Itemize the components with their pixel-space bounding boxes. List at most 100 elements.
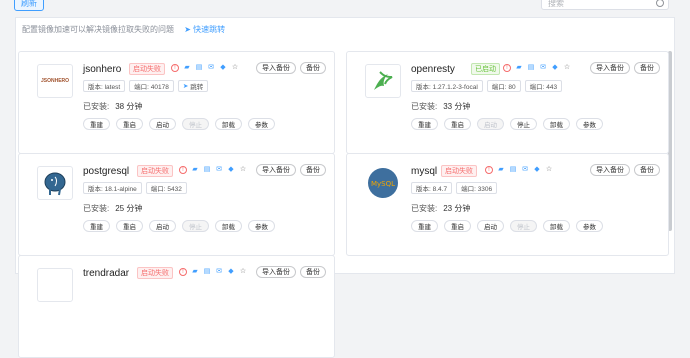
refresh-button[interactable]: 刷新 (14, 0, 44, 11)
restart-button[interactable]: 重启 (444, 118, 471, 130)
quick-jump-link[interactable]: ➤ 快速跳转 (184, 25, 225, 34)
app-buttons: 重建 重启 启动 停止 卸载 参数 (83, 118, 275, 130)
docker-icon[interactable]: ◆ (227, 268, 235, 276)
import-backup-button[interactable]: 导入备份 (590, 62, 630, 74)
installed-value: 23 分钟 (443, 204, 471, 213)
backup-button[interactable]: 备份 (300, 266, 326, 278)
folder-icon[interactable]: ▰ (497, 166, 505, 174)
log-icon[interactable]: ✉ (215, 268, 223, 276)
jsonhero-logo: JSONHERO (37, 64, 73, 98)
log-icon[interactable]: ✉ (521, 166, 529, 174)
status-badge: 启动失败 (129, 63, 165, 75)
jsonhero-logo-text: JSONHERO (40, 78, 70, 84)
document-icon[interactable]: ▤ (509, 166, 517, 174)
jump-label: 跳转 (190, 84, 204, 91)
log-icon[interactable]: ✉ (207, 64, 215, 72)
start-button[interactable]: 启动 (477, 118, 504, 130)
error-info-icon[interactable]: ! (179, 268, 187, 276)
status-badge: 启动失败 (137, 267, 173, 279)
installed-time: 已安装: 38 分钟 (83, 101, 142, 112)
docker-icon[interactable]: ◆ (551, 64, 559, 72)
search-input[interactable]: 搜索 (541, 0, 669, 10)
import-backup-button[interactable]: 导入备份 (256, 62, 296, 74)
app-card-trendradar: trendradar 启动失败 ! ▰ ▤ ✉ ◆ ☆ 导入备份 备份 (18, 255, 335, 358)
port-tag-2: 端口: 443 (524, 80, 563, 92)
log-icon[interactable]: ✉ (215, 166, 223, 174)
document-icon[interactable]: ▤ (527, 64, 535, 72)
installed-value: 38 分钟 (115, 102, 143, 111)
top-toolbar: 刷新 搜索 (0, 0, 690, 15)
stop-button[interactable]: 停止 (182, 220, 209, 232)
error-info-icon[interactable]: ! (179, 166, 187, 174)
start-button[interactable]: 启动 (477, 220, 504, 232)
version-tag: 版本: 1.27.1.2-3-focal (411, 80, 483, 92)
docker-icon[interactable]: ◆ (227, 166, 235, 174)
quick-jump-label: 快速跳转 (193, 25, 226, 34)
restart-button[interactable]: 重启 (116, 118, 143, 130)
star-icon[interactable]: ☆ (239, 268, 247, 276)
star-icon[interactable]: ☆ (563, 64, 571, 72)
star-icon[interactable]: ☆ (239, 166, 247, 174)
rebuild-button[interactable]: 重建 (411, 220, 438, 232)
jump-icon: ➤ (182, 83, 189, 90)
import-backup-button[interactable]: 导入备份 (256, 164, 296, 176)
uninstall-button[interactable]: 卸载 (543, 220, 570, 232)
stop-button[interactable]: 停止 (510, 118, 537, 130)
uninstall-button[interactable]: 卸载 (215, 220, 242, 232)
log-icon[interactable]: ✉ (539, 64, 547, 72)
app-card-jsonhero: JSONHERO jsonhero 启动失败 ! ▰ ▤ ✉ ◆ ☆ 导入备份 … (18, 51, 335, 154)
folder-icon[interactable]: ▰ (515, 64, 523, 72)
backup-button[interactable]: 备份 (300, 164, 326, 176)
document-icon[interactable]: ▤ (203, 166, 211, 174)
document-icon[interactable]: ▤ (195, 64, 203, 72)
app-meta: 版本: 8.4.7 端口: 3306 (411, 182, 498, 194)
params-button[interactable]: 参数 (576, 220, 603, 232)
uninstall-button[interactable]: 卸载 (543, 118, 570, 130)
installed-label: 已安装: (411, 102, 438, 111)
stop-button[interactable]: 停止 (510, 220, 537, 232)
stop-button[interactable]: 停止 (182, 118, 209, 130)
star-icon[interactable]: ☆ (231, 64, 239, 72)
backup-button[interactable]: 备份 (634, 164, 660, 176)
restart-button[interactable]: 重启 (116, 220, 143, 232)
import-backup-button[interactable]: 导入备份 (590, 164, 630, 176)
document-icon[interactable]: ▤ (203, 268, 211, 276)
import-backup-button[interactable]: 导入备份 (256, 266, 296, 278)
folder-icon[interactable]: ▰ (191, 268, 199, 276)
backup-button[interactable]: 备份 (300, 62, 326, 74)
start-button[interactable]: 启动 (149, 220, 176, 232)
uninstall-button[interactable]: 卸载 (215, 118, 242, 130)
error-info-icon[interactable]: ! (503, 64, 511, 72)
app-meta: 版本: 1.27.1.2-3-focal 端口: 80 端口: 443 (411, 80, 563, 92)
app-card-mysql: MySQL mysql 启动失败 ! ▰ ▤ ✉ ◆ ☆ 导入备份 备份 版本:… (346, 153, 669, 256)
port-tag: 端口: 80 (486, 80, 521, 92)
installed-time: 已安装: 25 分钟 (83, 203, 142, 214)
docker-icon[interactable]: ◆ (219, 64, 227, 72)
app-icons: ! ▰ ▤ ✉ ◆ ☆ (485, 166, 553, 174)
mysql-logo-graphic: MySQL (368, 168, 398, 198)
params-button[interactable]: 参数 (248, 220, 275, 232)
version-tag: 版本: 18.1-alpine (83, 182, 142, 194)
version-tag: 版本: latest (83, 80, 126, 92)
params-button[interactable]: 参数 (248, 118, 275, 130)
start-button[interactable]: 启动 (149, 118, 176, 130)
docker-icon[interactable]: ◆ (533, 166, 541, 174)
postgresql-logo (37, 166, 73, 200)
installed-value: 33 分钟 (443, 102, 471, 111)
rebuild-button[interactable]: 重建 (83, 220, 110, 232)
folder-icon[interactable]: ▰ (183, 64, 191, 72)
mirror-tip: 配置镜像加速可以解决镜像拉取失败的问题 ➤ 快速跳转 (22, 24, 225, 35)
rebuild-button[interactable]: 重建 (83, 118, 110, 130)
star-icon[interactable]: ☆ (545, 166, 553, 174)
restart-button[interactable]: 重启 (444, 220, 471, 232)
error-info-icon[interactable]: ! (171, 64, 179, 72)
mysql-logo: MySQL (365, 166, 401, 200)
jump-button[interactable]: ➤ 跳转 (177, 80, 209, 92)
params-button[interactable]: 参数 (576, 118, 603, 130)
status-badge: 启动失败 (137, 165, 173, 177)
folder-icon[interactable]: ▰ (191, 166, 199, 174)
app-card-openresty: openresty 已启动 ! ▰ ▤ ✉ ◆ ☆ 导入备份 备份 版本: 1.… (346, 51, 669, 154)
error-info-icon[interactable]: ! (485, 166, 493, 174)
rebuild-button[interactable]: 重建 (411, 118, 438, 130)
backup-button[interactable]: 备份 (634, 62, 660, 74)
